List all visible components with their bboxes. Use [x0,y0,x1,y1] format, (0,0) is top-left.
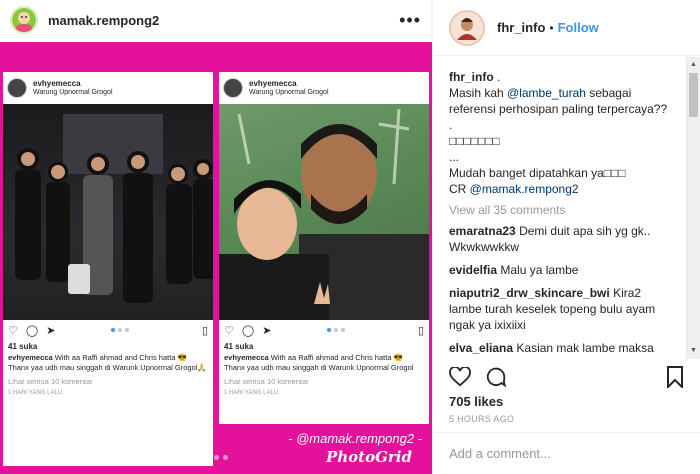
collage-screenshot-left: evhyemecca Warung Upnormal Grogol ♡ ◯ ➤ … [3,72,213,466]
mini-post-header: evhyemecca Warung Upnormal Grogol [219,72,429,104]
mini-caption: evhyemecca With aa Raffi ahmad and Chris… [219,353,429,373]
carousel-dot[interactable] [204,455,210,460]
comments-panel: fhr_info • Follow fhr_info . Masih kah @… [432,0,700,474]
heart-icon: ♡ [8,324,18,337]
add-comment-bar [433,432,700,474]
comment-text: Malu ya lambe [500,263,579,277]
side-header: fhr_info • Follow [433,0,700,56]
mini-view-comments: Lihat semua 10 komentar [8,377,93,387]
carousel-dot[interactable] [222,455,228,460]
post-image-collage[interactable]: evhyemecca Warung Upnormal Grogol ♡ ◯ ➤ … [0,42,432,474]
watermark-handle: - @mamak.rempong2 - [288,431,422,446]
bookmark-icon: ▯ [201,324,208,337]
post-header: mamak.rempong2 ••• [0,0,431,40]
selfie-photo-illustration [219,108,429,320]
caption-line: □□□□□□□ [449,134,500,148]
post-timestamp: 5 HOURS AGO [449,414,515,424]
post-caption: fhr_info . Masih kah @lambe_turah sebaga… [449,69,685,197]
mini-caption-user: evhyemecca [8,353,53,362]
profile-picture-icon [452,12,482,43]
mini-avatar [7,78,27,98]
carousel-dot[interactable] [213,455,219,460]
mini-carousel-dots [327,328,346,332]
collage-screenshot-right: evhyemecca Warung Upnormal Grogol ♡ ◯ ➤ … [219,72,429,424]
mini-username: evhyemecca [33,79,81,89]
comments-scrollbar[interactable]: ▲ ▼ [686,57,700,359]
caption-line: CR @mamak.rempong2 [449,181,685,197]
mini-caption: evhyemecca With aa Raffi ahmad and Chris… [3,353,213,373]
bookmark-icon[interactable] [666,365,684,391]
cartoon-avatar-icon [12,8,36,32]
heart-icon: ♡ [224,324,234,337]
mention-link[interactable]: @mamak.rempong2 [470,182,579,196]
heart-icon[interactable] [449,365,471,390]
share-arrow-icon: ➤ [262,324,272,337]
caption-text: sebagai [585,86,632,100]
like-count[interactable]: 705 likes [449,394,503,409]
post-panel: mamak.rempong2 ••• evhyemecca Warung Upn… [0,0,432,474]
bookmark-icon: ▯ [417,324,424,337]
comment-username[interactable]: evidelfia [449,263,497,277]
caption-line: Mudah banget dipatahkan ya□□□ [449,166,626,180]
comment-username[interactable]: niaputri2_drw_skincare_bwi [449,286,610,300]
comment-bubble-icon: ◯ [25,324,39,337]
mini-photo-group [3,104,213,320]
mini-carousel-dots [111,328,130,332]
mini-view-comments: Lihat semua 10 komentar [224,377,309,387]
follow-button[interactable]: Follow [558,20,599,35]
comments-scroll-area[interactable]: fhr_info . Masih kah @lambe_turah sebaga… [433,57,700,359]
mini-action-bar: ♡ ◯ ➤ ▯ [219,320,429,340]
side-author-avatar[interactable] [449,9,485,46]
mini-avatar [223,78,243,98]
comment-input[interactable] [449,446,684,461]
mini-action-bar: ♡ ◯ ➤ ▯ [3,320,213,340]
caption-line: ... [449,150,460,164]
group-photo-illustration [15,114,213,303]
share-arrow-icon: ➤ [46,324,56,337]
caption-line: Masih kah @lambe_turah sebagai [449,85,685,101]
side-author-username[interactable]: fhr_info [497,20,545,35]
mini-post-header: evhyemecca Warung Upnormal Grogol [3,72,213,104]
mini-likes: 41 suka [224,342,254,351]
scroll-up-arrow-icon[interactable]: ▲ [687,59,700,71]
comment-username[interactable]: emaratna23 [449,224,516,238]
comment-bubble-icon: ◯ [241,324,255,337]
carousel-dots [0,455,432,460]
post-author-avatar[interactable] [10,6,38,34]
caption-text: CR [449,182,470,196]
mention-link[interactable]: @lambe_turah [507,86,586,100]
comment-item: evidelfia Malu ya lambe [449,262,685,278]
mini-photo-selfie [219,104,429,320]
comment-bubble-icon[interactable] [485,366,507,391]
mini-caption-user: evhyemecca [224,353,269,362]
comment-item: emaratna23 Demi duit apa sih yg gk.. Wkw… [449,223,685,255]
scroll-down-arrow-icon[interactable]: ▼ [687,345,700,357]
more-options-icon[interactable]: ••• [399,11,421,29]
mini-timestamp: 1 HARI YANG LALU [224,390,279,397]
caption-text: . [497,70,501,84]
mini-timestamp: 1 HARI YANG LALU [8,390,63,397]
mini-location: Warung Upnormal Grogol [249,88,329,96]
header-separator: • [549,20,554,35]
caption-line: referensi perhosipan paling terpercaya?? [449,102,668,116]
caption-username[interactable]: fhr_info [449,70,494,84]
comment-item: niaputri2_drw_skincare_bwi Kira2 lambe t… [449,285,685,333]
view-all-comments-link[interactable]: View all 35 comments [449,203,685,217]
post-author-username[interactable]: mamak.rempong2 [48,13,159,28]
action-bar [449,364,684,392]
scrollbar-thumb[interactable] [689,73,698,117]
mini-likes: 41 suka [8,342,38,351]
mini-location: Warung Upnormal Grogol [33,88,113,96]
mini-username: evhyemecca [249,79,297,89]
comment-username[interactable]: elva_eliana [449,341,513,355]
caption-text: Masih kah [449,86,508,100]
caption-line: . [449,118,453,132]
comment-item: elva_eliana Kasian mak lambe maksa bener… [449,340,685,359]
